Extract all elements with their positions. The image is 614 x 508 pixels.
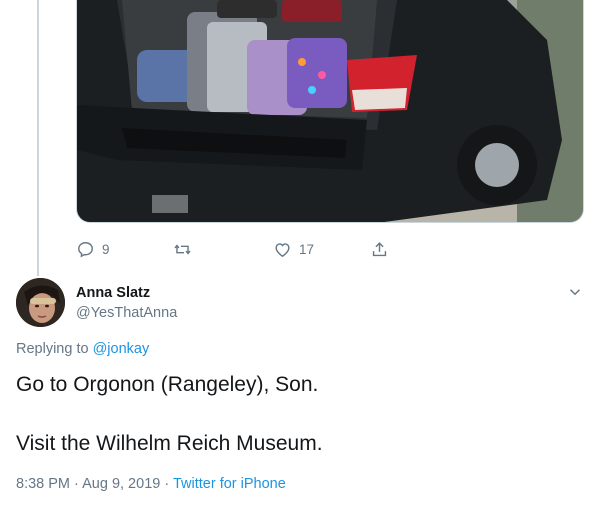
tweet-date[interactable]: Aug 9, 2019 [82, 476, 160, 492]
replying-to-line: Replying to @jonkay [16, 341, 149, 357]
reply-button[interactable]: 9 [76, 236, 110, 262]
retweet-icon [174, 243, 191, 255]
tweet-action-bar: 9 17 [76, 236, 406, 262]
replying-to-link[interactable]: @jonkay [93, 341, 150, 357]
tweet-text-line-2: Visit the Wilhelm Reich Museum. [16, 432, 323, 455]
meta-separator: · [164, 476, 170, 492]
retweet-button[interactable] [173, 236, 199, 262]
like-icon [275, 242, 290, 257]
meta-separator: · [74, 476, 79, 492]
reply-count: 9 [102, 241, 110, 257]
tweet-photo[interactable] [76, 0, 584, 223]
avatar-image [16, 278, 65, 327]
replying-prefix: Replying to [16, 341, 89, 357]
photo-illustration [77, 0, 583, 222]
share-icon [372, 241, 387, 256]
tweet-text-line-1: Go to Orgonon (Rangeley), Son. [16, 373, 319, 396]
share-button[interactable] [370, 236, 389, 262]
reply-icon [78, 241, 93, 258]
chevron-down-icon[interactable] [566, 283, 584, 301]
author-name[interactable]: Anna Slatz [76, 285, 150, 301]
tweet-source-link[interactable]: Twitter for iPhone [173, 476, 286, 492]
avatar[interactable] [16, 278, 65, 327]
thread-connector-line [37, 0, 39, 276]
author-handle[interactable]: @YesThatAnna [76, 305, 177, 321]
like-button[interactable]: 17 [273, 236, 314, 262]
tweet-timestamp: 8:38 PM · Aug 9, 2019 · Twitter for iPho… [16, 476, 286, 492]
like-count: 17 [299, 241, 315, 257]
tweet-time[interactable]: 8:38 PM [16, 476, 70, 492]
